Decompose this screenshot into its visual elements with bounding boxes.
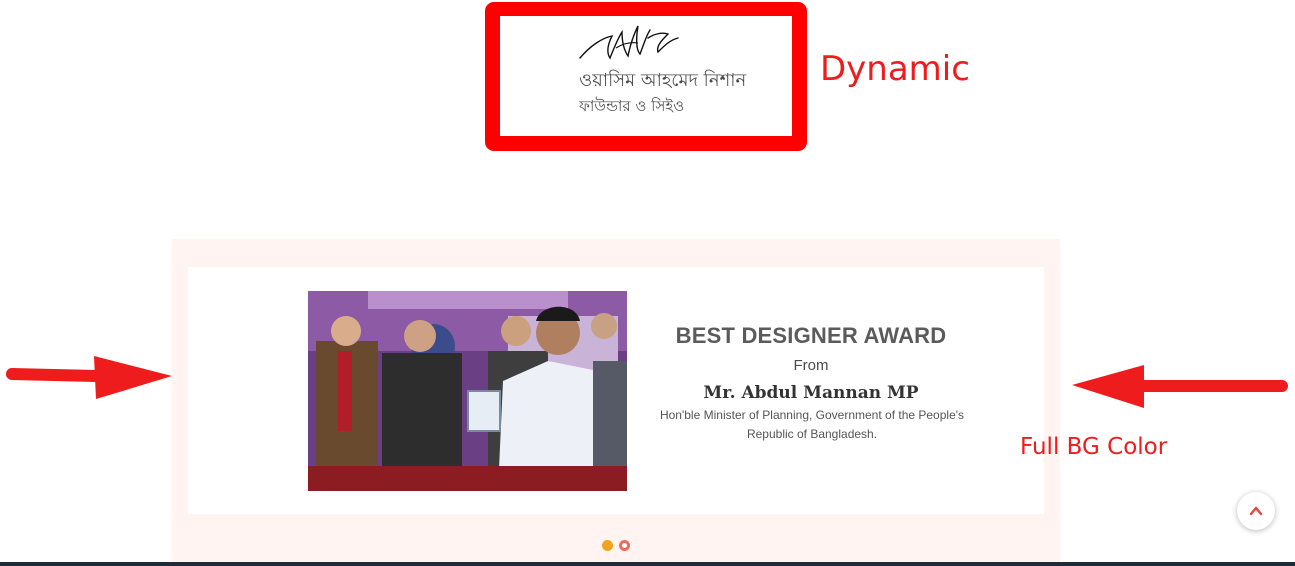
red-arrow-right-icon (6, 356, 172, 399)
carousel-dot-2[interactable] (619, 540, 630, 551)
annotation-dynamic: Dynamic (820, 49, 970, 89)
founder-name: ওয়াসিম আহমেদ নিশান (579, 70, 747, 91)
footer-strip (0, 562, 1295, 566)
signature-card: ওয়াসিম আহমেদ নিশান ফাউন্ডার ও সিইও (500, 16, 792, 136)
award-ceremony-photo (308, 291, 627, 491)
award-presenter-name: Mr. Abdul Mannan MP (703, 383, 919, 403)
carousel-dot-1[interactable] (602, 540, 613, 551)
award-presenter-description: Hon'ble Minister of Planning, Government… (659, 408, 965, 441)
chevron-up-icon (1249, 506, 1263, 516)
scroll-to-top-button[interactable] (1237, 492, 1275, 530)
award-title: BEST DESIGNER AWARD (675, 323, 947, 348)
founder-title: ফাউন্ডার ও সিইও (579, 97, 685, 115)
handwritten-signature (579, 25, 679, 60)
red-arrow-left-icon (1072, 365, 1288, 408)
annotation-full-bg-color: Full BG Color (1020, 434, 1168, 460)
award-from-label: From (793, 357, 829, 374)
signature-highlight-frame: ওয়াসিম আহমেদ নিশান ফাউন্ডার ও সিইও (485, 2, 807, 151)
